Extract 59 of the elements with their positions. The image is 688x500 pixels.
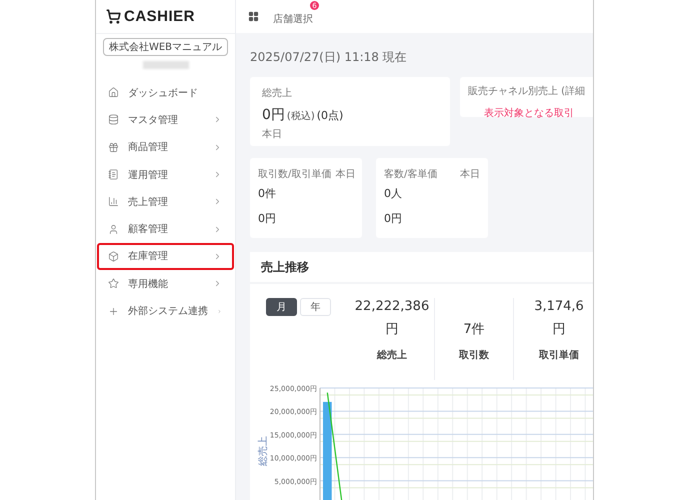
bar-chart-icon (108, 196, 119, 208)
unit-label: 円 (386, 321, 398, 338)
period-label: 本日 (335, 168, 356, 181)
stat-label: 取引数 (459, 348, 489, 362)
sidebar-item[interactable]: 専用機能 (97, 270, 234, 298)
stat-label: 総売上 (377, 348, 407, 362)
chevron-icon (213, 224, 222, 234)
sidebar-item[interactable]: ダッシュボード (97, 79, 234, 106)
sales-amount: 0円 (262, 106, 285, 124)
sidebar-item[interactable]: 売上管理 (97, 188, 234, 216)
stat-value: 7件 (463, 321, 485, 338)
sidebar-item[interactable]: マスタ管理 (97, 106, 234, 134)
period-label: 本日 (262, 128, 283, 141)
chevron-icon (213, 252, 222, 261)
box-icon (108, 250, 119, 262)
card-title: 販売チャネル別売上 (詳細 (468, 84, 586, 98)
stat-value: 0人 (384, 186, 403, 201)
date-time: 2025/07/27(日) 11:18 現在 (250, 49, 408, 66)
chevron-icon (213, 197, 222, 206)
chevron-icon (213, 170, 222, 180)
notebook-icon (108, 169, 119, 180)
axis-title: 総売上 (258, 436, 269, 466)
sidebar-item[interactable]: 在庫管理 (97, 242, 234, 270)
notice-text: 表示対象となる取引 (483, 106, 575, 120)
item-count: (0点) (316, 108, 344, 123)
chevron-icon (213, 142, 222, 152)
stat-value: 0円 (258, 211, 277, 226)
logo[interactable]: CASHIER (124, 8, 196, 25)
sidebar-item[interactable]: 顧客管理 (97, 215, 234, 243)
section-title: 売上推移 (250, 252, 593, 284)
card-title: 客数/客単価 (384, 168, 438, 181)
cart-icon (106, 9, 121, 24)
user-icon (108, 224, 119, 235)
sidebar-item[interactable]: 運用管理 (97, 160, 234, 188)
card-title: 取引数/取引単価 (258, 168, 332, 181)
company-name[interactable]: 株式会社WEBマニュアル (103, 38, 228, 56)
period-toggle[interactable]: 年 (300, 298, 331, 316)
home-icon (108, 87, 119, 98)
stat-value: 0円 (384, 211, 403, 226)
star-icon (108, 278, 119, 290)
stat-value: 3,174,6 (534, 298, 584, 315)
stat-value: 0件 (258, 186, 277, 201)
blurred-text (142, 61, 188, 69)
period-toggle[interactable]: 月 (266, 298, 297, 316)
store-select[interactable]: 店舗選択 (273, 14, 313, 25)
grid-icon[interactable] (248, 11, 259, 22)
sidebar-item[interactable]: 外部システム連携 (97, 297, 234, 325)
stat-value: 22,222,386 (354, 298, 430, 315)
gift-icon (108, 142, 119, 153)
chevron-icon (213, 279, 222, 288)
card-title: 総売上 (262, 86, 293, 100)
period-label: 本日 (460, 168, 480, 181)
sidebar-item[interactable]: 商品管理 (97, 134, 234, 161)
database-icon (108, 114, 119, 126)
plus-icon (108, 306, 119, 317)
stat-label: 取引単価 (539, 348, 579, 362)
chevron-icon (213, 115, 222, 124)
tax-note: (税込) (286, 110, 315, 123)
unit-label: 円 (552, 321, 566, 338)
